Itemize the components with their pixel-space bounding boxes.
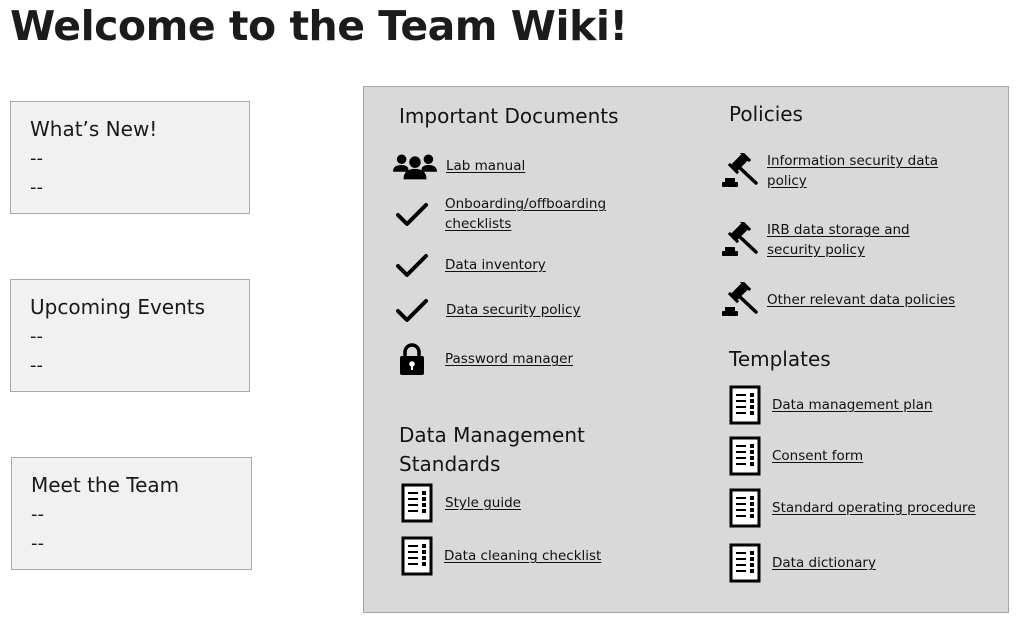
- style-guide-item: Style guide: [400, 482, 521, 524]
- irb-data-storage-policy-link[interactable]: IRB data storage and security policy: [767, 220, 967, 260]
- onboarding-item: Onboarding/offboarding checklists: [392, 194, 620, 234]
- standard-operating-procedure-link[interactable]: Standard operating procedure: [772, 498, 976, 518]
- card-line: --: [30, 355, 43, 376]
- people-icon: [392, 151, 438, 181]
- information-security-policy-item: Information security data policy: [720, 151, 957, 191]
- page-title: Welcome to the Team Wiki!: [10, 2, 628, 50]
- checklist-document-icon: [400, 535, 434, 577]
- lab-manual-item: Lab manual: [392, 151, 525, 181]
- policies-heading: Policies: [729, 102, 803, 126]
- card-title: Upcoming Events: [30, 295, 206, 319]
- card-title: Meet the Team: [31, 473, 180, 497]
- data-security-policy-item: Data security policy: [392, 294, 580, 326]
- whats-new-card: What’s New! -- --: [10, 101, 250, 214]
- data-security-policy-link[interactable]: Data security policy: [446, 300, 580, 320]
- data-dictionary-link[interactable]: Data dictionary: [772, 553, 876, 573]
- resources-panel: Important Documents Lab manual Onboardin…: [363, 86, 1009, 613]
- checklist-document-icon: [400, 482, 434, 524]
- card-line: --: [30, 148, 43, 169]
- data-cleaning-checklist-link[interactable]: Data cleaning checklist: [444, 546, 601, 566]
- checkmark-icon: [392, 249, 432, 281]
- data-cleaning-checklist-item: Data cleaning checklist: [400, 535, 601, 577]
- card-line: --: [31, 504, 44, 525]
- onboarding-checklists-link[interactable]: Onboarding/offboarding checklists: [445, 194, 620, 234]
- checklist-document-icon: [728, 384, 762, 426]
- other-data-policies-link[interactable]: Other relevant data policies: [767, 290, 955, 310]
- other-data-policies-item: Other relevant data policies: [720, 281, 955, 319]
- password-manager-link[interactable]: Password manager: [445, 349, 573, 369]
- gavel-icon: [720, 281, 760, 319]
- checkmark-icon: [392, 198, 432, 230]
- checkmark-icon: [392, 294, 432, 326]
- data-inventory-link[interactable]: Data inventory: [445, 255, 546, 275]
- data-inventory-item: Data inventory: [392, 249, 546, 281]
- checklist-document-icon: [728, 487, 762, 529]
- standard-operating-procedure-item: Standard operating procedure: [728, 487, 976, 529]
- templates-heading: Templates: [729, 347, 831, 371]
- lock-icon: [392, 341, 432, 377]
- consent-form-item: Consent form: [728, 435, 863, 477]
- card-title: What’s New!: [30, 117, 158, 141]
- information-security-policy-link[interactable]: Information security data policy: [767, 151, 957, 191]
- style-guide-link[interactable]: Style guide: [445, 493, 521, 513]
- important-documents-heading: Important Documents: [399, 104, 619, 128]
- card-line: --: [31, 533, 44, 554]
- data-dictionary-item: Data dictionary: [728, 542, 876, 584]
- irb-data-storage-policy-item: IRB data storage and security policy: [720, 220, 967, 260]
- data-management-standards-heading: Data Management Standards: [399, 423, 585, 476]
- consent-form-link[interactable]: Consent form: [772, 446, 863, 466]
- card-line: --: [30, 326, 43, 347]
- gavel-icon: [720, 152, 760, 190]
- gavel-icon: [720, 221, 760, 259]
- checklist-document-icon: [728, 435, 762, 477]
- checklist-document-icon: [728, 542, 762, 584]
- data-management-plan-item: Data management plan: [728, 384, 932, 426]
- data-management-plan-link[interactable]: Data management plan: [772, 395, 932, 415]
- password-manager-item: Password manager: [392, 341, 573, 377]
- meet-the-team-card: Meet the Team -- --: [11, 457, 252, 570]
- lab-manual-link[interactable]: Lab manual: [446, 156, 525, 176]
- card-line: --: [30, 177, 43, 198]
- upcoming-events-card: Upcoming Events -- --: [10, 279, 250, 392]
